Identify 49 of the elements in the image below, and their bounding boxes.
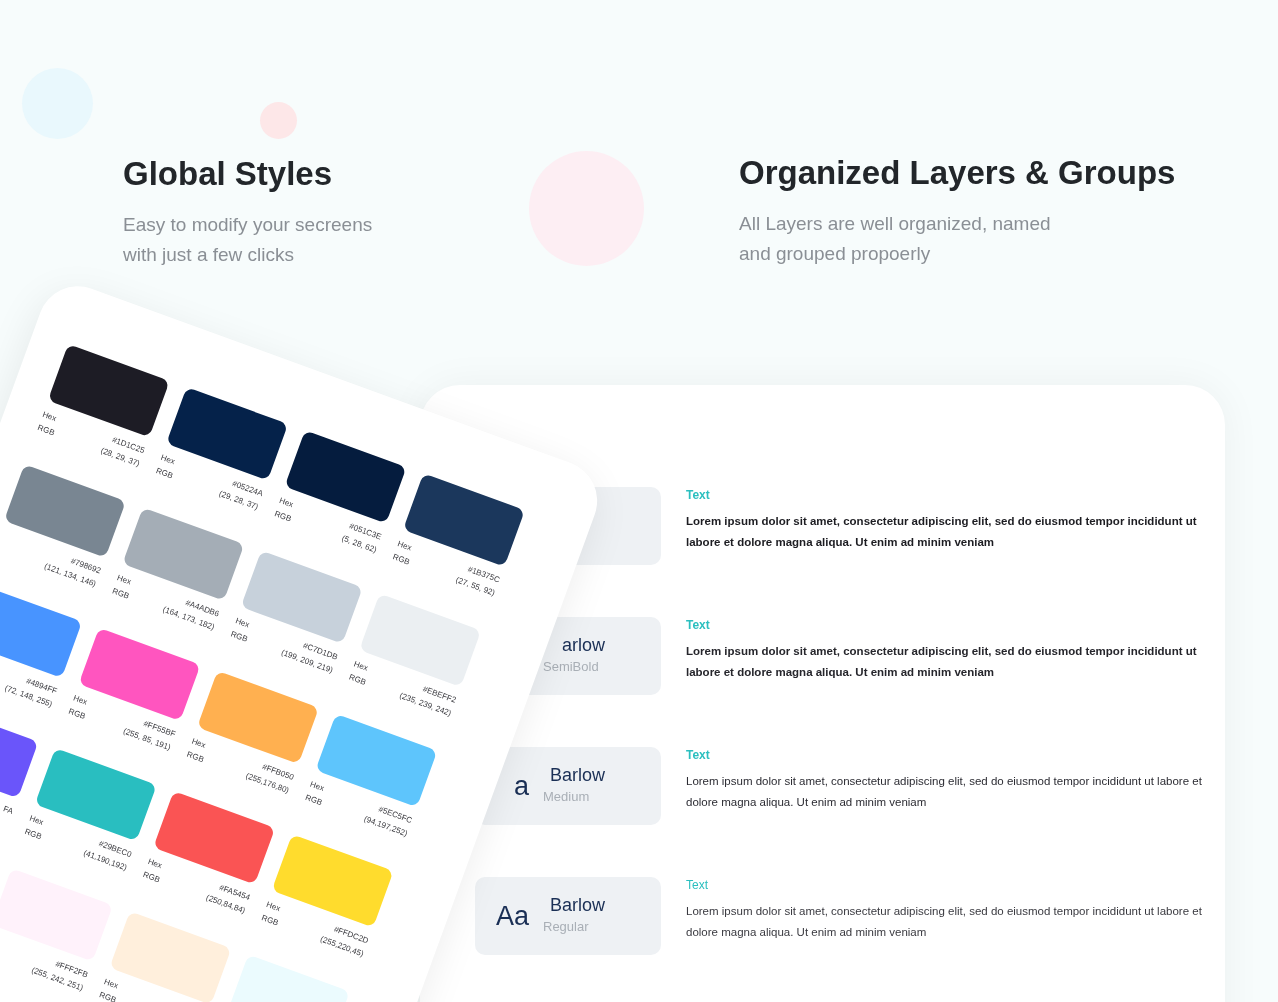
hex-value: FA bbox=[2, 804, 15, 817]
font-name: arlow bbox=[562, 635, 605, 655]
rgb-label: RGB bbox=[154, 466, 175, 481]
style-label: Text bbox=[686, 877, 709, 893]
hex-label: Hex bbox=[190, 736, 207, 750]
hex-label: Hex bbox=[396, 539, 413, 553]
font-sample: a bbox=[513, 770, 529, 801]
rgb-label: RGB bbox=[111, 586, 131, 601]
body-text: Lorem ipsum dolor sit amet, consectetur adipiscing elit, sed do eiusmod tempor incididunt ut labore et dolore magna aliqua. Ut enim ad minim veniam bbox=[686, 514, 1198, 550]
rgb-label: RGB bbox=[391, 552, 411, 567]
hex-label: Hex bbox=[28, 813, 45, 828]
hex-label: Hex bbox=[72, 693, 89, 707]
section-subtitle: Easy to modify your secreens with just a few clicks bbox=[123, 213, 374, 268]
hex-label: Hex bbox=[102, 977, 120, 991]
rgb-label: RGB bbox=[185, 749, 206, 765]
body-text: Lorem ipsum dolor sit amet, consectetur adipiscing elit, sed do eiusmod tempor incididunt ut labore et dolore magna aliqua. Ut enim ad minim veniam bbox=[686, 774, 1203, 810]
hex-label: Hex bbox=[146, 856, 164, 871]
hex-label: Hex bbox=[352, 659, 370, 673]
hex-label: Hex bbox=[115, 573, 133, 587]
body-text: Lorem ipsum dolor sit amet, consectetur adipiscing elit, sed do eiusmod tempor incididunt ut labore et dolore magna aliqua. Ut enim ad minim veniam bbox=[686, 644, 1198, 680]
section-heading: Global Styles bbox=[123, 154, 334, 194]
hex-label: Hex bbox=[308, 779, 326, 793]
rgb-label: RGB bbox=[304, 792, 324, 808]
section-heading: Organized Layers & Groups bbox=[739, 153, 1176, 193]
style-label: Text bbox=[686, 487, 711, 503]
font-sample: Aa bbox=[495, 900, 529, 931]
rgb-label: RGB bbox=[36, 422, 56, 438]
rgb-label: RGB bbox=[98, 990, 118, 1002]
font-name: Barlow bbox=[549, 895, 605, 915]
rgb-label: RGB bbox=[23, 826, 43, 842]
rgb-label: RGB bbox=[141, 870, 162, 885]
font-weight-name: SemiBold bbox=[543, 659, 599, 674]
section-subtitle: All Layers are well organized, named and grouped propoerly bbox=[739, 212, 1052, 267]
rgb-label: RGB bbox=[260, 913, 280, 928]
style-label: Text bbox=[686, 747, 711, 763]
style-label: Text bbox=[686, 617, 711, 633]
rgb-label: RGB bbox=[229, 629, 249, 644]
rgb-label: RGB bbox=[273, 509, 293, 524]
font-name: Barlow bbox=[549, 765, 605, 785]
hex-label: Hex bbox=[159, 452, 177, 467]
hex-label: Hex bbox=[278, 496, 295, 510]
hex-label: Hex bbox=[234, 616, 251, 630]
body-text: Lorem ipsum dolor sit amet, consectetur adipiscing elit, sed do eiusmod tempor incididunt ut labore et dolore magna aliqua. Ut enim ad minim veniam bbox=[686, 904, 1203, 940]
rgb-label: RGB bbox=[347, 672, 368, 687]
hex-label: Hex bbox=[265, 899, 282, 914]
font-weight-name: Medium bbox=[543, 789, 590, 804]
font-weight-name: Regular bbox=[543, 919, 589, 934]
hex-label: Hex bbox=[41, 409, 58, 424]
rgb-label: RGB bbox=[67, 706, 87, 721]
